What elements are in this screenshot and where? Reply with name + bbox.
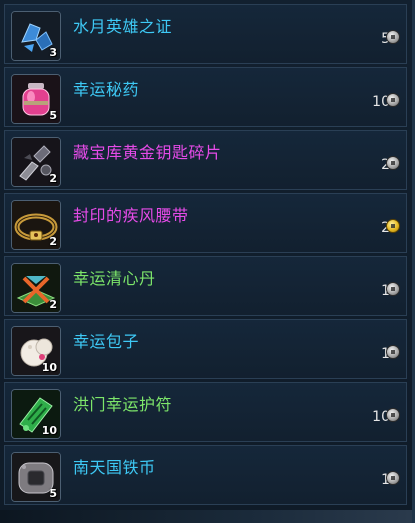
item-quantity: 10 — [41, 424, 57, 437]
shop-item-list: 3 水月英雄之证 5 5 幸运秘药 10 — [0, 0, 413, 523]
background-strip — [0, 510, 412, 523]
item-quantity: 10 — [41, 361, 57, 374]
list-item[interactable]: 10 幸运包子 1 — [4, 319, 407, 379]
silver-coin-icon — [386, 282, 400, 296]
item-slot[interactable]: 5 — [11, 452, 61, 502]
silver-coin-icon — [386, 345, 400, 359]
silver-coin-icon — [386, 471, 400, 485]
item-name: 幸运秘药 — [73, 80, 140, 99]
item-name: 幸运包子 — [73, 332, 140, 351]
item-slot[interactable]: 10 — [11, 326, 61, 376]
list-item[interactable]: 2 藏宝库黄金钥匙碎片 2 — [4, 130, 407, 190]
item-quantity: 2 — [49, 235, 57, 248]
item-name: 幸运清心丹 — [73, 269, 156, 288]
silver-coin-icon — [386, 93, 400, 107]
item-slot[interactable]: 10 — [11, 389, 61, 439]
list-item[interactable]: 3 水月英雄之证 5 — [4, 4, 407, 64]
list-item[interactable]: 5 幸运秘药 10 — [4, 67, 407, 127]
item-slot[interactable]: 5 — [11, 74, 61, 124]
item-slot[interactable]: 2 — [11, 263, 61, 313]
list-item[interactable]: 2 封印的疾风腰带 2 — [4, 193, 407, 253]
silver-coin-icon — [386, 408, 400, 422]
item-quantity: 2 — [49, 298, 57, 311]
item-name: 南天国铁币 — [73, 458, 156, 477]
item-quantity: 5 — [49, 109, 57, 122]
item-name: 水月英雄之证 — [73, 17, 173, 36]
silver-coin-icon — [386, 156, 400, 170]
item-quantity: 5 — [49, 487, 57, 500]
gold-coin-icon — [386, 219, 400, 233]
silver-coin-icon — [386, 30, 400, 44]
item-quantity: 3 — [49, 46, 57, 59]
item-name: 封印的疾风腰带 — [73, 206, 189, 225]
item-slot[interactable]: 3 — [11, 11, 61, 61]
list-item[interactable]: 5 南天国铁币 1 — [4, 445, 407, 505]
item-name: 洪门幸运护符 — [73, 395, 173, 414]
list-item[interactable]: 2 幸运清心丹 1 — [4, 256, 407, 316]
list-item[interactable]: 10 洪门幸运护符 10 — [4, 382, 407, 442]
item-quantity: 2 — [49, 172, 57, 185]
item-slot[interactable]: 2 — [11, 200, 61, 250]
item-slot[interactable]: 2 — [11, 137, 61, 187]
item-name: 藏宝库黄金钥匙碎片 — [73, 143, 222, 162]
